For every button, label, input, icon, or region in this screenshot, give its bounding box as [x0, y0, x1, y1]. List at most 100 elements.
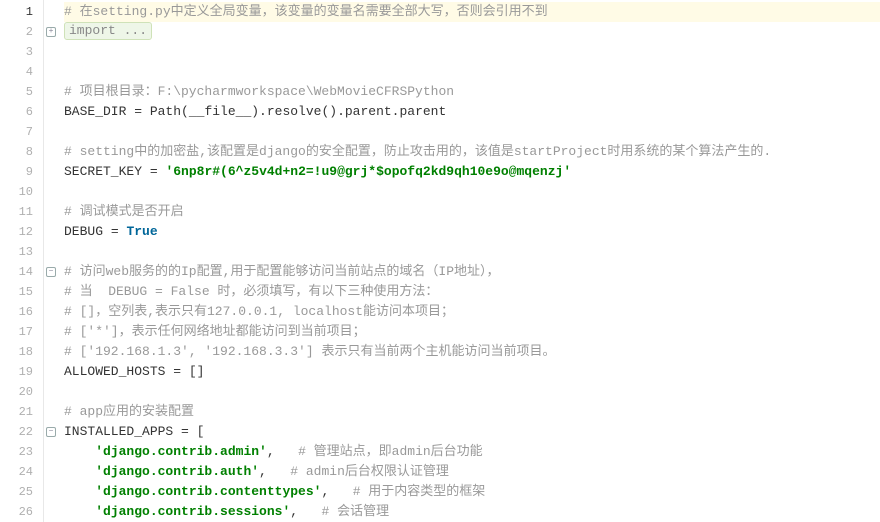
- line-number[interactable]: 11: [0, 202, 43, 222]
- line-number[interactable]: 14: [0, 262, 43, 282]
- token-id: BASE_DIR: [64, 104, 134, 119]
- fold-collapse-icon[interactable]: −: [46, 427, 56, 437]
- code-line[interactable]: [64, 182, 880, 202]
- line-number[interactable]: 24: [0, 462, 43, 482]
- code-line[interactable]: # setting中的加密盐,该配置是django的安全配置，防止攻击用的，该值…: [64, 142, 880, 162]
- token-id: [298, 504, 321, 519]
- line-number[interactable]: 12: [0, 222, 43, 242]
- code-line[interactable]: # ['*']，表示任何网络地址都能访问到当前项目；: [64, 322, 880, 342]
- fold-cell: [44, 402, 58, 422]
- line-number[interactable]: 18: [0, 342, 43, 362]
- code-area[interactable]: # 在setting.py中定义全局变量，该变量的变量名需要全部大写，否则会引用…: [58, 0, 880, 522]
- code-line[interactable]: INSTALLED_APPS = [: [64, 422, 880, 442]
- code-line[interactable]: # 项目根目录：F:\pycharmworkspace\WebMovieCFRS…: [64, 82, 880, 102]
- line-number[interactable]: 9: [0, 162, 43, 182]
- code-line[interactable]: # app应用的安装配置: [64, 402, 880, 422]
- line-number[interactable]: 2: [0, 22, 43, 42]
- token-cmt: # 项目根目录：F:\pycharmworkspace\WebMovieCFRS…: [64, 84, 454, 99]
- line-number[interactable]: 5: [0, 82, 43, 102]
- fold-cell[interactable]: −: [44, 422, 58, 442]
- token-cmt: # []，空列表,表示只有127.0.0.1, localhost能访问本项目；: [64, 304, 454, 319]
- code-line[interactable]: # 在setting.py中定义全局变量，该变量的变量名需要全部大写，否则会引用…: [64, 2, 880, 22]
- token-op: =: [181, 424, 189, 439]
- code-line[interactable]: 'django.contrib.auth', # admin后台权限认证管理: [64, 462, 880, 482]
- token-cmt: # 在setting.py中定义全局变量，该变量的变量名需要全部大写，否则会引用…: [64, 4, 548, 19]
- token-id: [267, 464, 290, 479]
- line-number[interactable]: 19: [0, 362, 43, 382]
- token-cmt: # ['*']，表示任何网络地址都能访问到当前项目；: [64, 324, 366, 339]
- line-number[interactable]: 21: [0, 402, 43, 422]
- code-line[interactable]: SECRET_KEY = '6np8r#(6^z5v4d+n2=!u9@grj*…: [64, 162, 880, 182]
- line-number[interactable]: 3: [0, 42, 43, 62]
- fold-cell: [44, 302, 58, 322]
- fold-cell: [44, 342, 58, 362]
- code-line[interactable]: ALLOWED_HOSTS = []: [64, 362, 880, 382]
- token-str: 'django.contrib.contenttypes': [95, 484, 321, 499]
- fold-cell[interactable]: −: [44, 262, 58, 282]
- token-id: INSTALLED_APPS: [64, 424, 181, 439]
- code-line[interactable]: 'django.contrib.admin', # 管理站点，即admin后台功…: [64, 442, 880, 462]
- line-number[interactable]: 25: [0, 482, 43, 502]
- code-line[interactable]: [64, 382, 880, 402]
- line-number[interactable]: 4: [0, 62, 43, 82]
- token-op: ,: [290, 504, 298, 519]
- line-number-gutter[interactable]: 1234567891011121314151617181920212223242…: [0, 0, 44, 522]
- code-line[interactable]: import ...: [64, 22, 880, 42]
- token-id: []: [181, 364, 204, 379]
- token-cmt: # 当 DEBUG = False 时，必须填写，有以下三种使用方法：: [64, 284, 438, 299]
- code-line[interactable]: # 调试模式是否开启: [64, 202, 880, 222]
- fold-cell[interactable]: +: [44, 22, 58, 42]
- fold-cell: [44, 282, 58, 302]
- fold-cell: [44, 122, 58, 142]
- line-number[interactable]: 26: [0, 502, 43, 522]
- token-str: '6np8r#(6^z5v4d+n2=!u9@grj*$opofq2kd9qh1…: [165, 164, 571, 179]
- code-line[interactable]: # ['192.168.1.3', '192.168.3.3'] 表示只有当前两…: [64, 342, 880, 362]
- line-number[interactable]: 15: [0, 282, 43, 302]
- token-id: [64, 444, 95, 459]
- token-id: SECRET_KEY: [64, 164, 150, 179]
- token-cmt: # 会话管理: [321, 504, 389, 519]
- token-id: [275, 444, 298, 459]
- line-number[interactable]: 20: [0, 382, 43, 402]
- line-number[interactable]: 22: [0, 422, 43, 442]
- line-number[interactable]: 23: [0, 442, 43, 462]
- token-op: =: [111, 224, 119, 239]
- token-op: ,: [259, 464, 267, 479]
- line-number[interactable]: 1: [0, 2, 43, 22]
- token-id: [64, 504, 95, 519]
- line-number[interactable]: 8: [0, 142, 43, 162]
- fold-cell: [44, 202, 58, 222]
- fold-expand-icon[interactable]: +: [46, 27, 56, 37]
- code-line[interactable]: # 当 DEBUG = False 时，必须填写，有以下三种使用方法：: [64, 282, 880, 302]
- code-line[interactable]: BASE_DIR = Path(__file__).resolve().pare…: [64, 102, 880, 122]
- code-line[interactable]: # []，空列表,表示只有127.0.0.1, localhost能访问本项目；: [64, 302, 880, 322]
- line-number[interactable]: 17: [0, 322, 43, 342]
- line-number[interactable]: 7: [0, 122, 43, 142]
- code-line[interactable]: [64, 62, 880, 82]
- code-line[interactable]: [64, 122, 880, 142]
- line-number[interactable]: 6: [0, 102, 43, 122]
- token-cmt: # 访问web服务的的Ip配置,用于配置能够访问当前站点的域名（IP地址），: [64, 264, 500, 279]
- code-editor[interactable]: 1234567891011121314151617181920212223242…: [0, 0, 880, 522]
- token-id: [64, 484, 95, 499]
- folded-region[interactable]: import ...: [64, 22, 152, 40]
- line-number[interactable]: 10: [0, 182, 43, 202]
- code-line[interactable]: [64, 42, 880, 62]
- code-line[interactable]: DEBUG = True: [64, 222, 880, 242]
- fold-column[interactable]: + − −: [44, 0, 58, 522]
- token-str: 'django.contrib.sessions': [95, 504, 290, 519]
- fold-cell: [44, 62, 58, 82]
- code-line[interactable]: [64, 242, 880, 262]
- fold-cell: [44, 2, 58, 22]
- fold-cell: [44, 182, 58, 202]
- code-line[interactable]: 'django.contrib.contenttypes', # 用于内容类型的…: [64, 482, 880, 502]
- line-number[interactable]: 13: [0, 242, 43, 262]
- code-line[interactable]: 'django.contrib.sessions', # 会话管理: [64, 502, 880, 522]
- fold-cell: [44, 82, 58, 102]
- token-cmt: # app应用的安装配置: [64, 404, 194, 419]
- fold-cell: [44, 102, 58, 122]
- code-line[interactable]: # 访问web服务的的Ip配置,用于配置能够访问当前站点的域名（IP地址），: [64, 262, 880, 282]
- token-op: =: [134, 104, 142, 119]
- fold-collapse-icon[interactable]: −: [46, 267, 56, 277]
- line-number[interactable]: 16: [0, 302, 43, 322]
